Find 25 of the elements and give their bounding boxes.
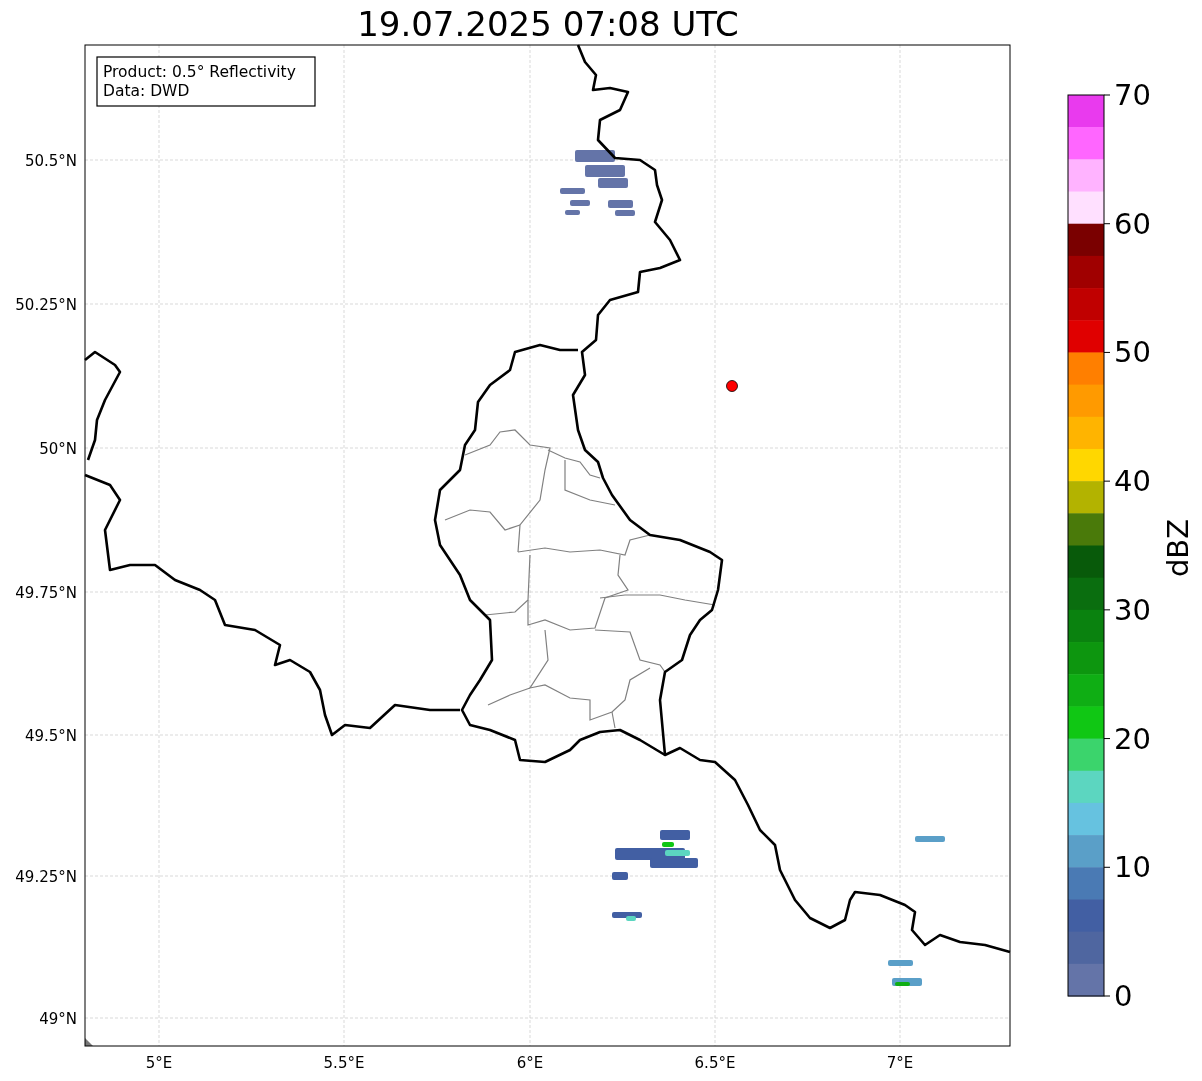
longitude-label: 7°E [886, 1054, 914, 1072]
colorbar-tick-label: 70 [1114, 78, 1151, 112]
legend-text: Data: DWD [103, 82, 190, 100]
longitude-label: 5.5°E [323, 1054, 365, 1072]
radar-site-marker [726, 380, 738, 392]
plot-title: 19.07.2025 07:08 UTC [357, 4, 739, 44]
legend-text: Product: 0.5° Reflectivity [103, 63, 296, 81]
colorbar-tick-label: 10 [1114, 850, 1151, 885]
colorbar-tick-label: 60 [1114, 206, 1151, 241]
latitude-label: 50.5°N [24, 152, 77, 170]
latitude-label: 49.5°N [24, 727, 77, 745]
latitude-label: 50.25°N [15, 296, 77, 314]
latitude-label: 49.75°N [15, 584, 77, 602]
colorbar-tick-label: 40 [1114, 464, 1151, 499]
colorbar-tick-label: 0 [1114, 979, 1133, 1013]
latitude-label: 49°N [39, 1010, 77, 1028]
longitude-label: 6.5°E [694, 1054, 736, 1072]
longitude-label: 6°E [516, 1054, 544, 1072]
colorbar-tick-label: 30 [1114, 592, 1151, 627]
colorbar-tick-label: 50 [1114, 335, 1151, 370]
colorbar-label: dBZ [1161, 518, 1195, 578]
longitude-label: 5°E [145, 1054, 173, 1072]
latitude-label: 50°N [39, 440, 77, 458]
latitude-label: 49.25°N [15, 868, 77, 886]
colorbar-tick-label: 20 [1114, 721, 1151, 756]
